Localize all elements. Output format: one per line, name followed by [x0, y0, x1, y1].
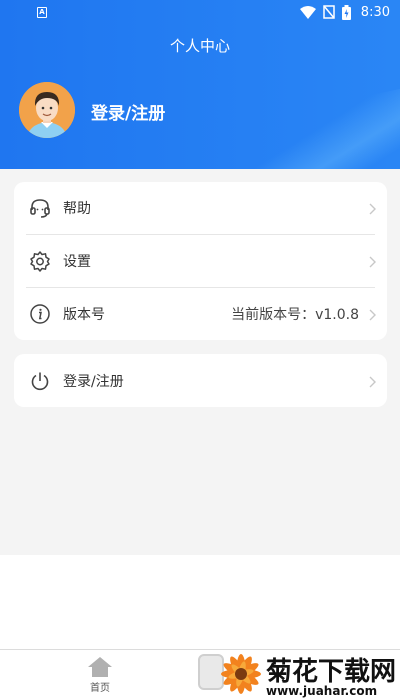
- menu-item-label: 设置: [63, 254, 91, 270]
- avatar[interactable]: [19, 82, 75, 138]
- menu-item-help[interactable]: 帮助: [14, 182, 387, 234]
- home-icon: [80, 656, 120, 678]
- wifi-icon: [299, 5, 316, 19]
- menu-item-version[interactable]: 版本号 当前版本号：v1.0.8: [14, 288, 387, 340]
- login-card: 登录/注册: [14, 354, 387, 407]
- watermark-title: 菊花下载网: [266, 657, 397, 687]
- header: A 8:30 个人中心 登录/注册: [0, 0, 400, 169]
- menu-card: 帮助 设置 版本号 当前版本号：v1.0.8: [14, 182, 387, 340]
- gear-icon: [29, 250, 51, 272]
- status-time: 8:30: [360, 4, 390, 20]
- status-icons: 8:30: [299, 4, 390, 20]
- login-label: 登录/注册: [63, 374, 124, 390]
- power-icon: [29, 370, 51, 392]
- menu-item-settings[interactable]: 设置: [14, 235, 387, 287]
- nav-item-home[interactable]: 首页: [80, 656, 120, 698]
- battery-charging-icon: [341, 4, 351, 20]
- login-register-button[interactable]: 登录/注册: [14, 355, 387, 407]
- chevron-right-icon: [367, 307, 377, 321]
- info-icon: [29, 303, 51, 325]
- login-register-link[interactable]: 登录/注册: [91, 99, 165, 124]
- flower-logo-icon: [218, 651, 264, 697]
- chevron-right-icon: [367, 201, 377, 215]
- notification-a-icon: A: [37, 7, 47, 18]
- menu-item-label: 版本号: [63, 307, 105, 323]
- user-avatar-icon: [19, 82, 75, 138]
- version-value: 当前版本号：v1.0.8: [231, 307, 359, 323]
- headset-icon: [29, 197, 51, 219]
- menu-item-label: 帮助: [63, 201, 91, 217]
- watermark: 菊花下载网 www.juahar.com: [214, 651, 400, 700]
- watermark-url: www.juahar.com: [266, 684, 378, 698]
- nav-item-label: 首页: [90, 683, 110, 694]
- no-signal-icon: [323, 5, 335, 19]
- status-bar: A 8:30: [0, 0, 400, 24]
- chevron-right-icon: [367, 254, 377, 268]
- chevron-right-icon: [367, 374, 377, 388]
- page-title: 个人中心: [169, 37, 230, 55]
